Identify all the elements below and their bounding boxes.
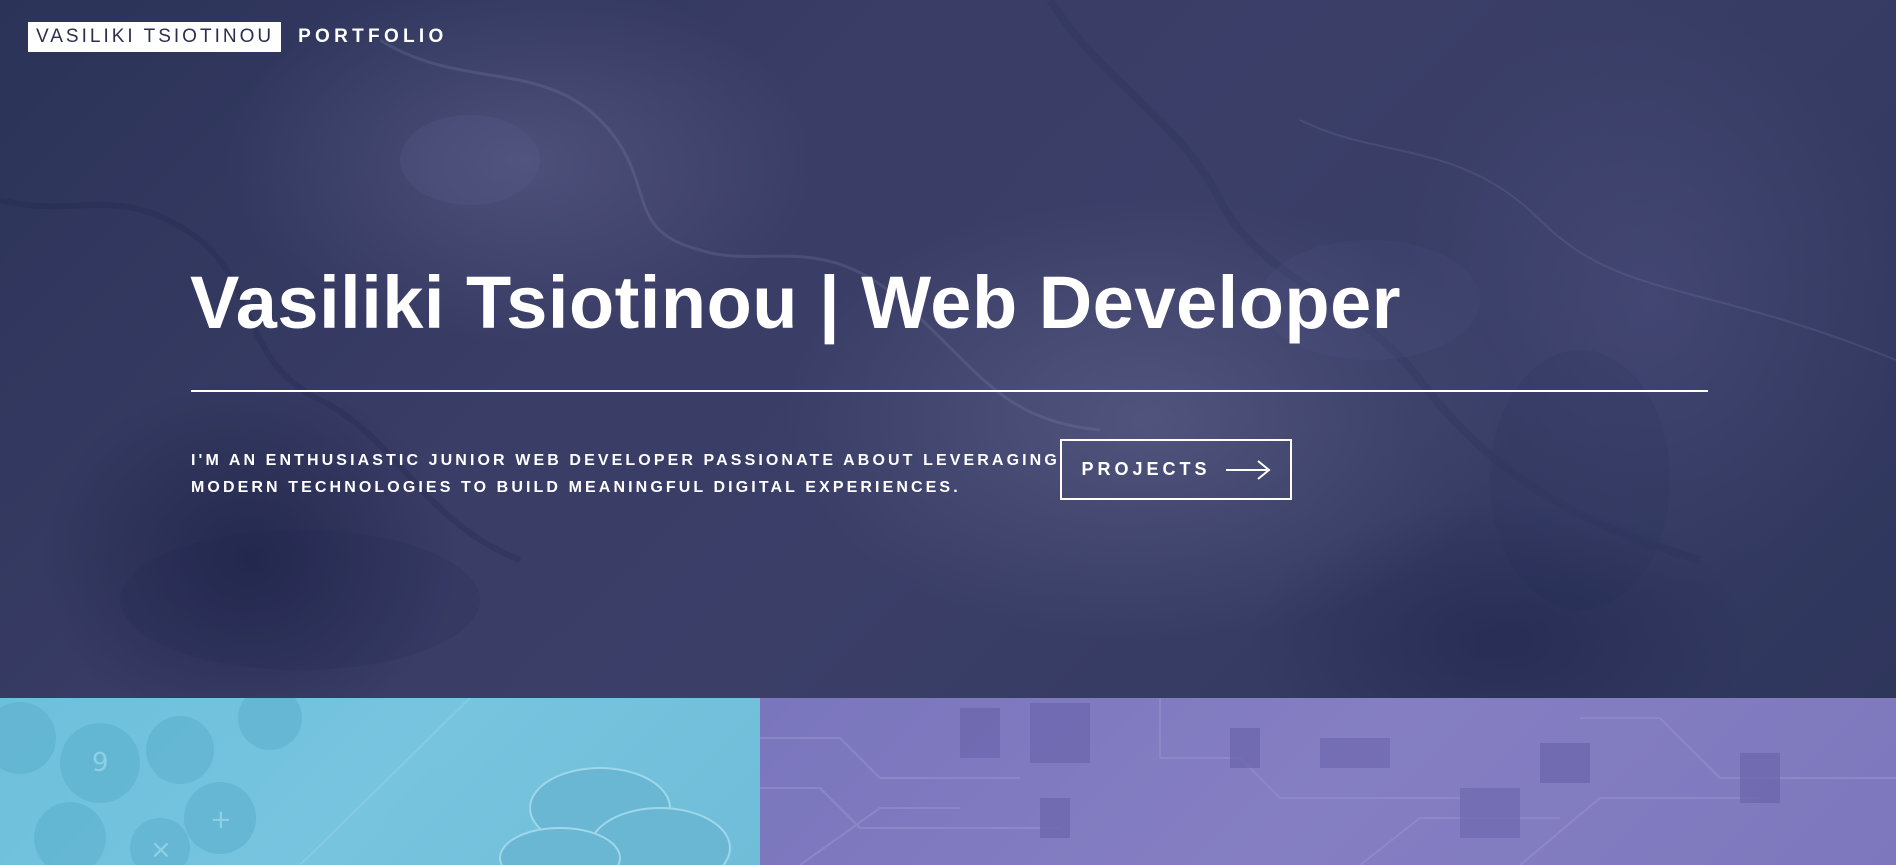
svg-text:×: × [150, 835, 172, 865]
nav-link-portfolio[interactable]: PORTFOLIO [298, 22, 448, 52]
project-card-left[interactable]: 9 + × [0, 698, 760, 865]
brand-logo[interactable]: VASILIKI TSIOTINOU [28, 22, 282, 52]
projects-button[interactable]: PROJECTS [1060, 439, 1292, 500]
page-title: Vasiliki Tsiotinou | Web Developer [190, 261, 1402, 344]
page: VASILIKI TSIOTINOU PORTFOLIO Vasiliki Ts… [0, 0, 1896, 865]
svg-text:+: + [210, 805, 232, 835]
top-navigation: VASILIKI TSIOTINOU PORTFOLIO [28, 22, 448, 52]
intro-text: I'm an enthusiastic junior web developer… [191, 452, 1060, 496]
circuit-board-image [760, 698, 1896, 865]
svg-text:9: 9 [92, 748, 109, 778]
calculator-coins-image: 9 + × [0, 698, 731, 865]
arrow-right-icon [1225, 459, 1271, 480]
project-card-right[interactable] [760, 698, 1896, 865]
hero-section: VASILIKI TSIOTINOU PORTFOLIO Vasiliki Ts… [0, 0, 1896, 698]
divider [191, 390, 1708, 392]
projects-button-label: PROJECTS [1081, 459, 1211, 479]
hero-background-texture [0, 0, 1896, 670]
